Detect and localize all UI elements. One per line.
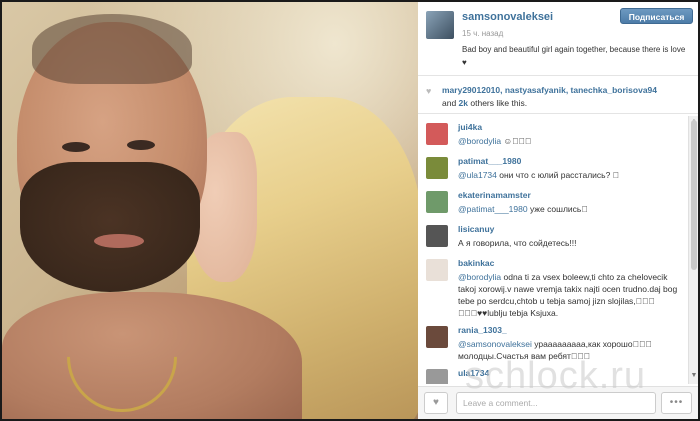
- commenter-avatar[interactable]: [426, 225, 448, 247]
- heart-icon: ♥: [433, 397, 439, 408]
- commenter-username[interactable]: jui4ka: [458, 122, 680, 132]
- post-caption: Bad boy and beautiful girl again togethe…: [462, 45, 686, 67]
- comment-mention[interactable]: @patimat___1980: [458, 204, 528, 214]
- comment-item: rania_1303_ @samsonovaleksei урааааааааа,…: [418, 319, 688, 362]
- commenter-username[interactable]: bakinkac: [458, 258, 680, 268]
- commenter-username[interactable]: lisicanuy: [458, 224, 680, 234]
- comment-bar: ♥ •••: [418, 386, 698, 419]
- photo-man-beard: [20, 162, 200, 292]
- commenter-avatar[interactable]: [426, 259, 448, 281]
- likers-list[interactable]: mary29012010, nastyasafyanik, tanechka_b…: [442, 85, 657, 95]
- comments-scrollbar[interactable]: ▲ ▼: [688, 116, 698, 384]
- comment-item: ekaterinamamster @patimat___1980 уже сошл…: [418, 184, 688, 218]
- comment-item: bakinkac @borodylia odna ti za vsex bolee…: [418, 252, 688, 319]
- heart-icon: ♥: [426, 86, 432, 96]
- instagram-post-window: samsonovaleksei 15 ч. назад Bad boy and …: [0, 0, 700, 421]
- commenter-username[interactable]: ula1734: [458, 368, 680, 378]
- photo-man-right-eye: [127, 140, 155, 150]
- comment-mention[interactable]: @borodylia: [458, 136, 501, 146]
- commenter-avatar[interactable]: [426, 369, 448, 384]
- comment-text: @borodylia ☺   : [458, 135, 680, 147]
- like-button[interactable]: ♥: [424, 392, 448, 414]
- follow-button[interactable]: Подписаться: [620, 8, 693, 24]
- comment-item: patimat___1980 @ula1734 они что с юлий ра…: [418, 150, 688, 184]
- comment-body: ☺   : [501, 136, 532, 146]
- more-options-button[interactable]: •••: [661, 392, 692, 414]
- author-username[interactable]: samsonovaleksei: [462, 11, 553, 23]
- comment-text: @samsonovaleksei урааааааааа,как хорошо …: [458, 338, 680, 362]
- comment-item: lisicanuy А я говорила, что сойдетесь!!!: [418, 218, 688, 252]
- commenter-username[interactable]: patimat___1980: [458, 156, 680, 166]
- comment-input[interactable]: [456, 392, 656, 414]
- post-sidebar: samsonovaleksei 15 ч. назад Bad boy and …: [418, 2, 698, 419]
- post-header: samsonovaleksei 15 ч. назад Bad boy and …: [418, 2, 698, 76]
- commenter-avatar[interactable]: [426, 123, 448, 145]
- comment-text: @borodylia odna ti za vsex boleew,ti cht…: [458, 271, 680, 319]
- post-timestamp[interactable]: 15 ч. назад: [462, 29, 503, 38]
- comment-text: @ula1734 они что с юлий расстались?  : [458, 169, 680, 181]
- comment-text: @patimat___1980 уже сошлись : [458, 203, 680, 215]
- photo-man-hair: [32, 14, 192, 84]
- comment-item: ula1734: [418, 362, 688, 384]
- commenter-username[interactable]: rania_1303_: [458, 325, 680, 335]
- comment-body: А я говорила, что сойдетесь!!!: [458, 238, 577, 248]
- comment-item: jui4ka @borodylia ☺   : [418, 116, 688, 150]
- post-photo[interactable]: [2, 2, 418, 419]
- comments-list: jui4ka @borodylia ☺    patimat___1980 @ula1…: [418, 116, 688, 384]
- comment-body: они что с юлий расстались?  : [496, 170, 620, 180]
- scroll-thumb[interactable]: [691, 120, 697, 270]
- likes-summary: and 2k others like this.: [442, 98, 528, 108]
- comment-mention[interactable]: @ula1734: [458, 170, 497, 180]
- commenter-avatar[interactable]: [426, 157, 448, 179]
- photo-man-left-eye: [62, 142, 90, 152]
- scroll-down-arrow-icon[interactable]: ▼: [690, 372, 698, 380]
- commenter-username[interactable]: ekaterinamamster: [458, 190, 680, 200]
- likes-count[interactable]: 2k: [459, 98, 468, 108]
- comment-text: А я говорила, что сойдетесь!!!: [458, 237, 680, 249]
- comment-body: уже сошлись : [527, 204, 588, 214]
- likes-section: ♥ mary29012010, nastyasafyanik, tanechka…: [418, 78, 698, 114]
- commenter-avatar[interactable]: [426, 191, 448, 213]
- author-avatar[interactable]: [426, 11, 454, 39]
- commenter-avatar[interactable]: [426, 326, 448, 348]
- comment-mention[interactable]: @borodylia: [458, 272, 501, 282]
- comment-mention[interactable]: @samsonovaleksei: [458, 339, 532, 349]
- photo-man-lips: [94, 234, 144, 248]
